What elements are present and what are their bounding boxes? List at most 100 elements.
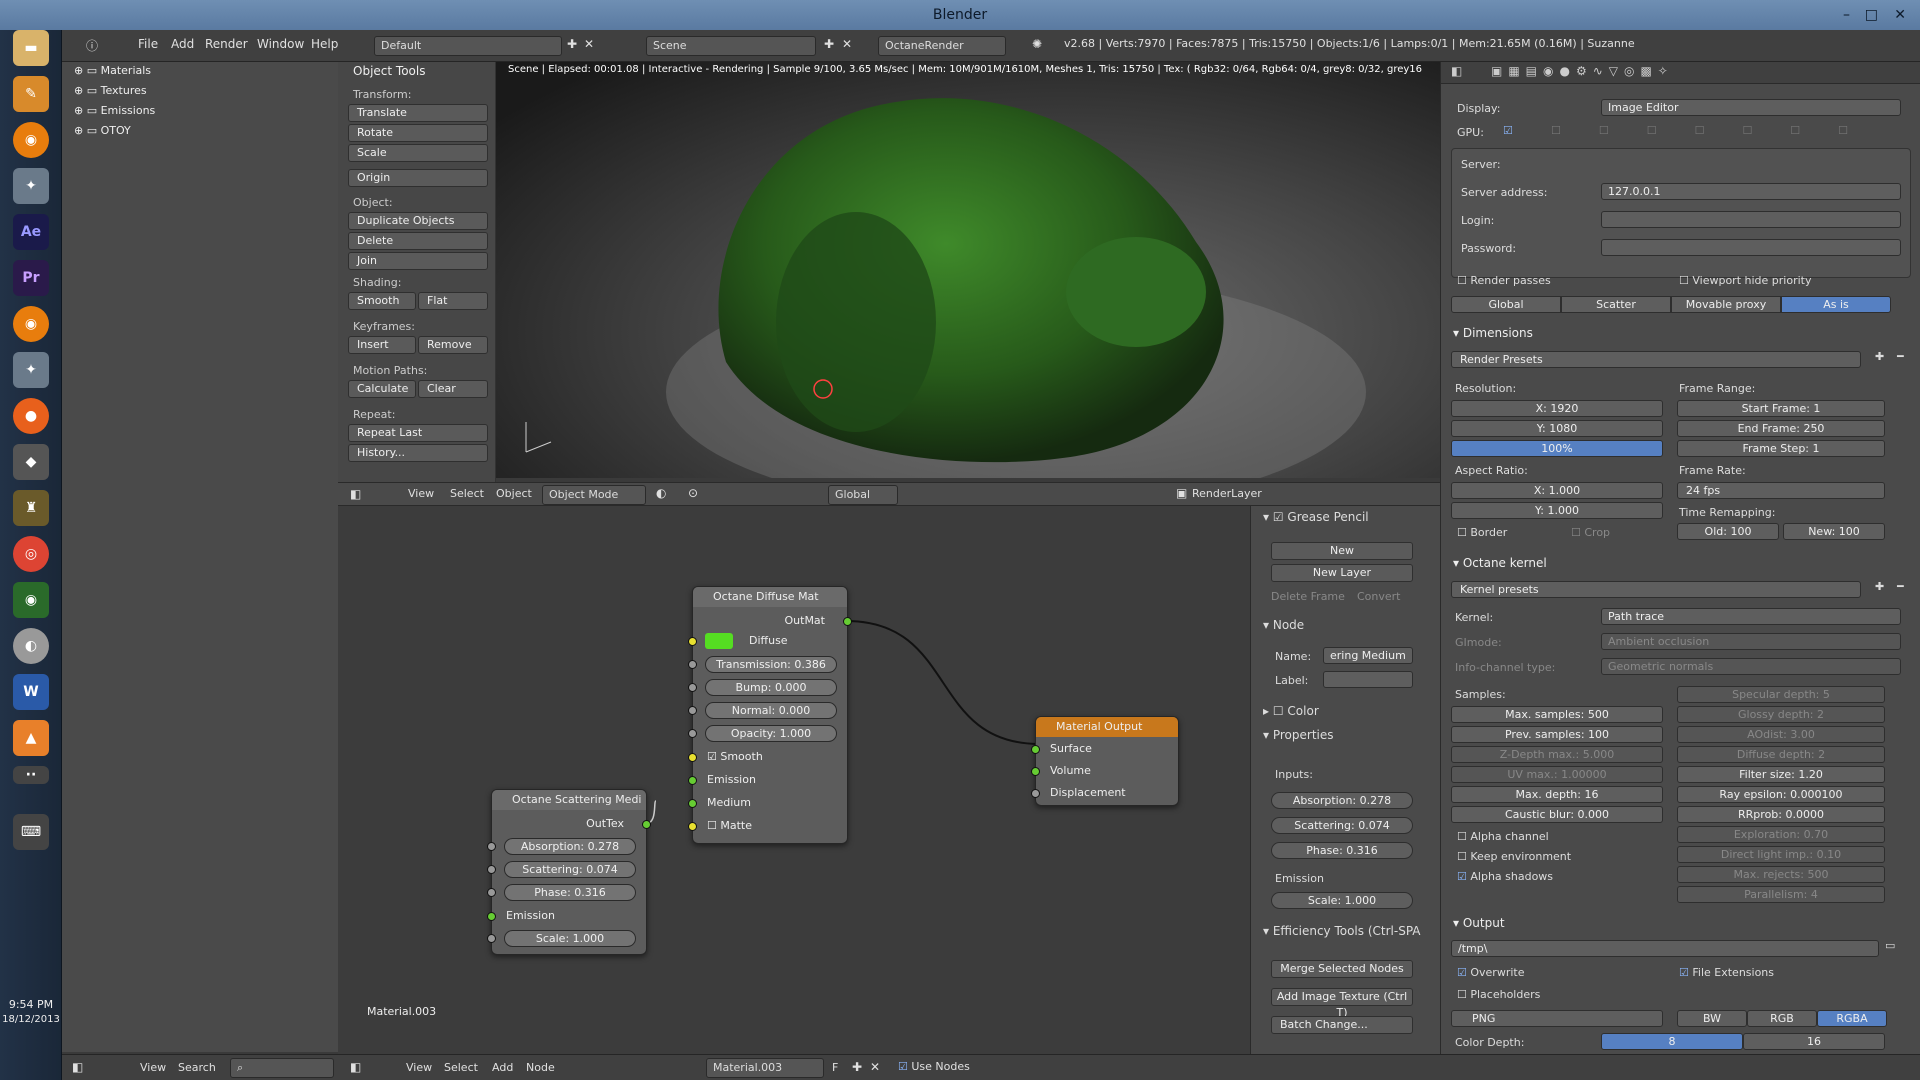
placeholders-checkbox[interactable]: ☐ Placeholders xyxy=(1457,988,1540,1001)
menu-file[interactable]: File xyxy=(138,37,158,51)
surface-socket[interactable] xyxy=(1031,745,1040,754)
display-selector[interactable]: Image Editor xyxy=(1601,99,1901,116)
normal-slider[interactable]: Normal: 0.000 xyxy=(705,702,837,719)
remove-button[interactable]: Remove xyxy=(418,336,488,354)
remove-preset-icon[interactable]: ━ xyxy=(1897,350,1904,363)
smooth-button[interactable]: Smooth xyxy=(348,292,416,310)
matte-checkbox[interactable]: ☐ Matte xyxy=(707,819,752,832)
chrome-icon[interactable]: ◎ xyxy=(13,536,49,572)
new-layer-button[interactable]: New Layer xyxy=(1271,564,1413,582)
scale-button[interactable]: Scale xyxy=(348,144,488,162)
render-passes-checkbox[interactable]: ☐ Render passes xyxy=(1457,274,1551,287)
tab-scatter[interactable]: Scatter xyxy=(1561,296,1671,313)
blender-icon[interactable]: ◉ xyxy=(13,122,49,158)
login-field[interactable] xyxy=(1601,211,1901,228)
insert-button[interactable]: Insert xyxy=(348,336,416,354)
pivot-icon[interactable]: ⊙ xyxy=(688,486,698,500)
remove-layout-icon[interactable]: ✕ xyxy=(584,37,594,51)
scattering-slider[interactable]: Scattering: 0.074 xyxy=(504,861,636,878)
outtex-socket[interactable] xyxy=(642,820,651,829)
aodist-field[interactable]: AOdist: 3.00 xyxy=(1677,726,1885,743)
octane-kernel-header[interactable]: ▾ Octane kernel xyxy=(1453,556,1547,570)
shading-icon[interactable]: ◐ xyxy=(656,486,666,500)
node-editor[interactable]: Octane Diffuse Mat OutMat Diffuse Transm… xyxy=(338,506,1250,1054)
gpu-checkboxes[interactable]: ☐☐☐☐☐☐☐ xyxy=(1551,124,1886,137)
resolution-percent-field[interactable]: 100% xyxy=(1451,440,1663,457)
outliner-item-emissions[interactable]: ⊕ ▭ Emissions xyxy=(74,104,155,117)
absorption-socket[interactable] xyxy=(487,842,496,851)
viewport-hide-checkbox[interactable]: ☐ Viewport hide priority xyxy=(1679,274,1811,287)
menu-help[interactable]: Help xyxy=(311,37,338,51)
app-icon[interactable]: ✎ xyxy=(13,76,49,112)
keep-environment-checkbox[interactable]: ☐ Keep environment xyxy=(1457,850,1571,863)
node-view-menu[interactable]: View xyxy=(406,1061,432,1074)
rgba-button[interactable]: RGBA xyxy=(1817,1010,1887,1027)
join-button[interactable]: Join xyxy=(348,252,488,270)
displacement-socket[interactable] xyxy=(1031,789,1040,798)
zdepth-max-field[interactable]: Z-Depth max.: 5.000 xyxy=(1451,746,1663,763)
node-name-field[interactable]: ering Medium xyxy=(1323,647,1413,664)
flat-button[interactable]: Flat xyxy=(418,292,488,310)
duplicate-button[interactable]: Duplicate Objects xyxy=(348,212,488,230)
max-depth-field[interactable]: Max. depth: 16 xyxy=(1451,786,1663,803)
app-icon-2[interactable]: ◆ xyxy=(13,444,49,480)
select-menu[interactable]: Select xyxy=(450,487,484,500)
scattering-node[interactable]: Octane Scattering Medi OutTex Absorption… xyxy=(487,789,651,955)
matte-socket[interactable] xyxy=(688,822,697,831)
new-field[interactable]: New: 100 xyxy=(1783,523,1885,540)
outliner-item-materials[interactable]: ⊕ ▭ Materials xyxy=(74,64,151,77)
color-section-header[interactable]: ▸ ☐ Color xyxy=(1263,704,1319,718)
diffuse-depth-field[interactable]: Diffuse depth: 2 xyxy=(1677,746,1885,763)
diffuse-socket[interactable] xyxy=(688,637,697,646)
node-node-menu[interactable]: Node xyxy=(526,1061,555,1074)
menu-add[interactable]: Add xyxy=(171,37,194,51)
outliner-editor-icon[interactable]: ◧ xyxy=(72,1060,83,1074)
grease-pencil-header[interactable]: ▾ ☑ Grease Pencil xyxy=(1263,510,1369,524)
end-frame-field[interactable]: End Frame: 250 xyxy=(1677,420,1885,437)
specular-depth-field[interactable]: Specular depth: 5 xyxy=(1677,686,1885,703)
diffuse-color-swatch[interactable] xyxy=(705,633,733,649)
side-scale-slider[interactable]: Scale: 1.000 xyxy=(1271,892,1413,909)
bw-button[interactable]: BW xyxy=(1677,1010,1747,1027)
render-layer-icon[interactable]: ▣ xyxy=(1176,486,1187,500)
app-icon-4[interactable]: ◐ xyxy=(13,628,49,664)
info-icon[interactable]: ⓘ xyxy=(86,37,98,54)
volume-socket[interactable] xyxy=(1031,767,1040,776)
absorption-slider[interactable]: Absorption: 0.278 xyxy=(504,838,636,855)
parallelism-field[interactable]: Parallelism: 4 xyxy=(1677,886,1885,903)
firefox-icon[interactable]: ● xyxy=(13,398,49,434)
phase-slider[interactable]: Phase: 0.316 xyxy=(504,884,636,901)
scene-selector[interactable]: Scene xyxy=(646,36,816,56)
depth-16-button[interactable]: 16 xyxy=(1743,1033,1885,1050)
rrprob-field[interactable]: RRprob: 0.0000 xyxy=(1677,806,1885,823)
add-kernel-preset-icon[interactable]: ✚ xyxy=(1875,580,1884,593)
nvidia-icon[interactable]: ◉ xyxy=(13,582,49,618)
history-button[interactable]: History... xyxy=(348,444,488,462)
context-tab-icons[interactable]: ▣▦▤◉●⚙∿▽◎▩✧ xyxy=(1491,64,1674,78)
glossy-depth-field[interactable]: Glossy depth: 2 xyxy=(1677,706,1885,723)
batch-change-button[interactable]: Batch Change... xyxy=(1271,1016,1413,1034)
convert-button[interactable]: Convert xyxy=(1357,590,1401,603)
dimensions-header[interactable]: ▾ Dimensions xyxy=(1453,326,1533,340)
emission-socket[interactable] xyxy=(688,776,697,785)
repeat-last-button[interactable]: Repeat Last xyxy=(348,424,488,442)
close-icon[interactable]: ✕ xyxy=(1894,0,1906,30)
depth-8-button[interactable]: 8 xyxy=(1601,1033,1743,1050)
transmission-slider[interactable]: Transmission: 0.386 xyxy=(705,656,837,673)
smooth-checkbox[interactable]: ☑ Smooth xyxy=(707,750,763,763)
max-samples-field[interactable]: Max. samples: 500 xyxy=(1451,706,1663,723)
server-address-field[interactable]: 127.0.0.1 xyxy=(1601,183,1901,200)
clear-button[interactable]: Clear xyxy=(418,380,488,398)
diffuse-node[interactable]: Octane Diffuse Mat OutMat Diffuse Transm… xyxy=(688,586,852,844)
bump-slider[interactable]: Bump: 0.000 xyxy=(705,679,837,696)
normal-socket[interactable] xyxy=(688,706,697,715)
render-engine-selector[interactable]: OctaneRender xyxy=(878,36,1006,56)
fake-user-button[interactable]: F xyxy=(832,1061,838,1074)
minimize-icon[interactable]: – xyxy=(1843,0,1850,30)
merge-nodes-button[interactable]: Merge Selected Nodes xyxy=(1271,960,1413,978)
properties-editor-icon[interactable]: ◧ xyxy=(1451,64,1462,78)
alpha-channel-checkbox[interactable]: ☐ Alpha channel xyxy=(1457,830,1549,843)
ray-epsilon-field[interactable]: Ray epsilon: 0.000100 xyxy=(1677,786,1885,803)
node-section-header[interactable]: ▾ Node xyxy=(1263,618,1304,632)
origin-button[interactable]: Origin xyxy=(348,169,488,187)
